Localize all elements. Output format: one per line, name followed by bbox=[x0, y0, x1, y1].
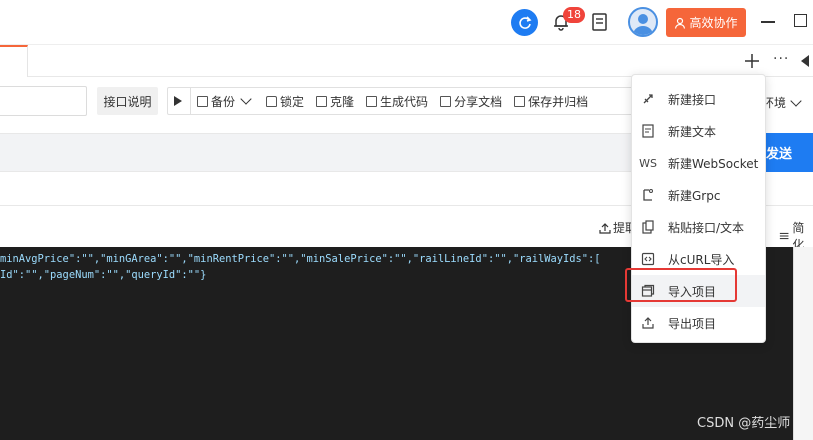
code-line: minAvgPrice":"","minGArea":"","minRentPr… bbox=[0, 253, 601, 265]
lock-icon bbox=[266, 95, 278, 107]
ws-icon: WS bbox=[639, 156, 657, 170]
grpc-icon bbox=[641, 188, 655, 202]
code-bracket-icon bbox=[641, 252, 655, 266]
share-doc-button[interactable]: 分享文档 bbox=[434, 88, 508, 114]
send-button[interactable]: 发送 bbox=[760, 133, 813, 172]
new-item-menu: 新建接口 新建文本 WS 新建WebSocket 新建Grpc 粘贴接口/文本 … bbox=[631, 74, 766, 343]
sync-icon bbox=[518, 15, 531, 29]
backup-label: 备份 bbox=[211, 94, 236, 109]
menu-item-label: 导出项目 bbox=[668, 316, 717, 331]
backup-button[interactable]: 备份 bbox=[191, 88, 260, 114]
menu-item-label: 新建Grpc bbox=[668, 188, 721, 203]
chevron-down-icon[interactable] bbox=[240, 93, 252, 105]
share-icon bbox=[440, 95, 452, 107]
arrow-left-icon[interactable] bbox=[801, 55, 809, 67]
tab-strip: ··· bbox=[0, 44, 813, 77]
maximize-icon[interactable] bbox=[794, 14, 807, 27]
avatar-icon bbox=[633, 14, 653, 35]
menu-item-new-api[interactable]: 新建接口 bbox=[632, 83, 765, 115]
watermark: CSDN @药尘师 bbox=[697, 416, 791, 431]
chevron-down-icon bbox=[790, 94, 802, 107]
menu-item-paste[interactable]: 粘贴接口/文本 bbox=[632, 211, 765, 243]
clone-label: 克隆 bbox=[330, 94, 355, 109]
list-icon bbox=[779, 232, 789, 240]
sync-button[interactable] bbox=[511, 9, 538, 36]
menu-item-label: 新建WebSocket bbox=[668, 156, 759, 171]
avatar[interactable] bbox=[628, 7, 658, 37]
user-icon bbox=[675, 17, 686, 29]
generate-code-button[interactable]: 生成代码 bbox=[360, 88, 434, 114]
environment-select[interactable]: 环境 bbox=[762, 94, 804, 111]
code-icon bbox=[366, 95, 378, 107]
lock-button[interactable]: 锁定 bbox=[260, 88, 310, 114]
menu-item-new-grpc[interactable]: 新建Grpc bbox=[632, 179, 765, 211]
clone-icon bbox=[316, 95, 328, 107]
save-icon bbox=[514, 95, 526, 107]
menu-item-export-project[interactable]: 导出项目 bbox=[632, 307, 765, 339]
menu-item-label: 粘贴接口/文本 bbox=[668, 220, 745, 235]
menu-item-label: 新建接口 bbox=[668, 92, 717, 107]
document-icon bbox=[641, 124, 655, 138]
rocket-icon bbox=[641, 92, 655, 106]
backup-icon bbox=[197, 95, 208, 107]
document-icon bbox=[592, 13, 607, 31]
code-line: Id":"","pageNum":"","queryId":""} bbox=[0, 269, 207, 281]
plus-icon[interactable] bbox=[744, 53, 760, 69]
play-icon[interactable] bbox=[174, 96, 182, 106]
menu-item-label: 新建文本 bbox=[668, 124, 717, 139]
url-input[interactable] bbox=[0, 86, 87, 116]
generate-code-label: 生成代码 bbox=[380, 94, 429, 109]
action-group: 备份 锁定 克隆 生成代码 分享文档 保存并归档 bbox=[167, 87, 637, 115]
collab-button-label: 高效协作 bbox=[689, 16, 738, 30]
lock-label: 锁定 bbox=[280, 94, 305, 109]
paste-icon bbox=[641, 220, 655, 234]
clone-button[interactable]: 克隆 bbox=[310, 88, 360, 114]
menu-item-label: 从cURL导入 bbox=[668, 252, 735, 267]
collab-button[interactable]: 高效协作 bbox=[666, 8, 746, 37]
share-doc-label: 分享文档 bbox=[454, 94, 503, 109]
api-doc-button[interactable]: 接口说明 bbox=[97, 87, 158, 115]
menu-item-new-text[interactable]: 新建文本 bbox=[632, 115, 765, 147]
export-icon bbox=[641, 316, 655, 330]
notification-badge: 18 bbox=[563, 7, 585, 23]
save-archive-button[interactable]: 保存并归档 bbox=[508, 88, 594, 114]
scrollbar[interactable] bbox=[793, 247, 813, 440]
menu-item-new-websocket[interactable]: WS 新建WebSocket bbox=[632, 147, 765, 179]
more-icon[interactable]: ··· bbox=[773, 51, 789, 67]
minimize-icon[interactable] bbox=[761, 21, 775, 23]
active-tab[interactable] bbox=[0, 45, 28, 77]
notes-button[interactable] bbox=[591, 12, 609, 32]
save-archive-label: 保存并归档 bbox=[528, 94, 589, 109]
upload-icon bbox=[599, 222, 611, 234]
title-bar: 18 高效协作 bbox=[0, 0, 813, 44]
highlight-annotation bbox=[625, 268, 737, 302]
